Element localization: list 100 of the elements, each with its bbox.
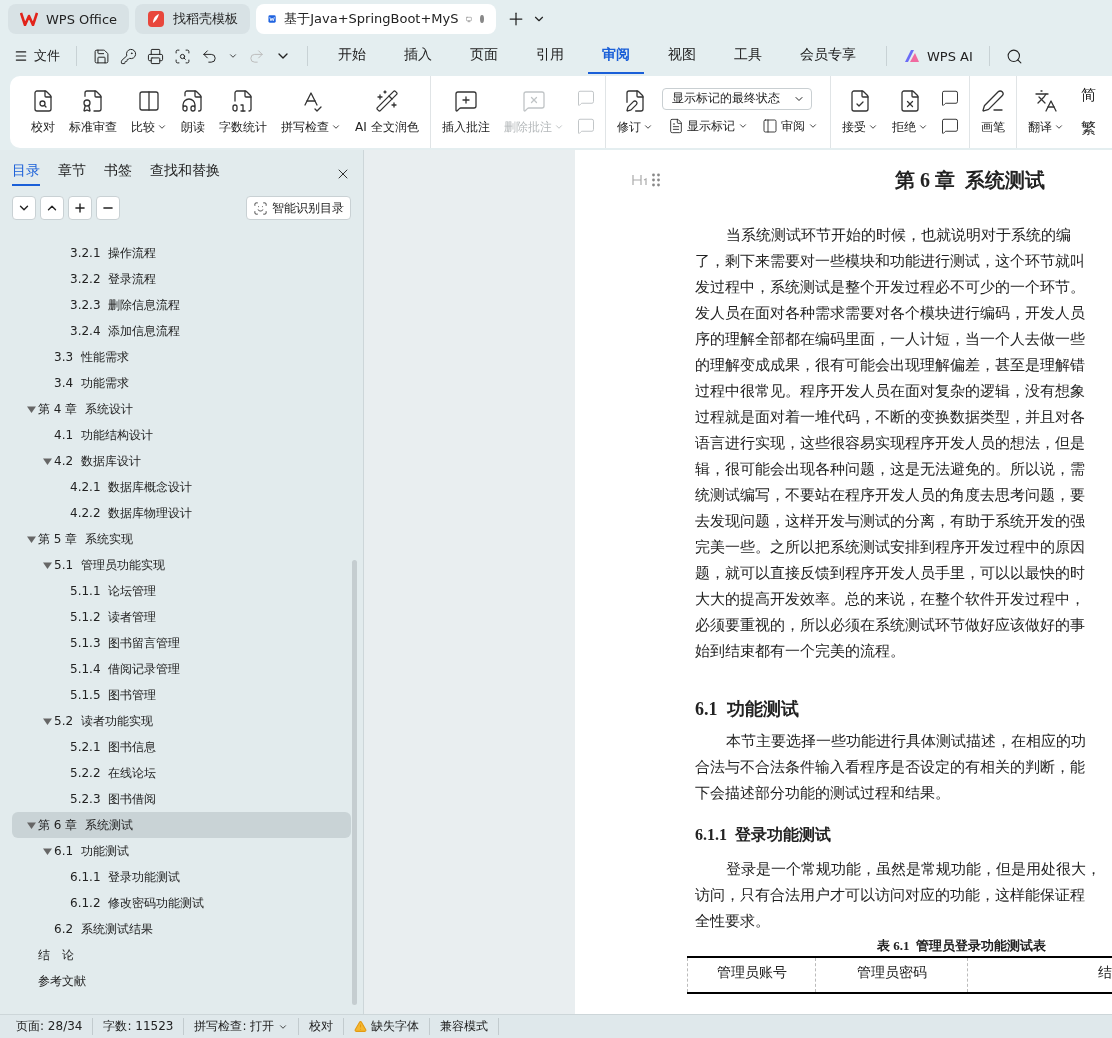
markup-mode-dropdown[interactable]: 显示标记的最终状态	[661, 87, 812, 110]
app-tab[interactable]: 基于Java+SpringBoot+MyS	[256, 4, 497, 34]
ribbon-button[interactable]: 显示标记	[661, 115, 754, 137]
script-convert-button[interactable]: 简	[1076, 84, 1100, 107]
outline-item[interactable]: 4.1 功能结构设计	[12, 422, 351, 448]
outline-item[interactable]: 6.1.1 登录功能测试	[12, 864, 351, 890]
expand-button[interactable]	[40, 196, 64, 220]
ribbon-button[interactable]: 修订	[611, 84, 658, 140]
outline-item[interactable]: 5.2.1 图书信息	[12, 734, 351, 760]
app-tab[interactable]: 找稻壳模板	[135, 4, 251, 34]
expand-triangle-icon[interactable]	[27, 820, 36, 830]
chapter-title: 第 6 章 系统测试	[895, 167, 1045, 193]
outline-item[interactable]: 结 论	[12, 942, 351, 968]
outline-item[interactable]: 3.2.1 操作流程	[12, 240, 351, 266]
key-icon[interactable]	[120, 47, 137, 65]
ribbon-tab[interactable]: 插入	[390, 38, 446, 74]
pane-tab[interactable]: 查找和替换	[150, 162, 220, 186]
expand-triangle-icon[interactable]	[43, 560, 52, 570]
outline-item[interactable]: 5.1.2 读者管理	[12, 604, 351, 630]
outline-item[interactable]: 3.2.3 删除信息流程	[12, 292, 351, 318]
outline-item[interactable]: 4.2 数据库设计	[12, 448, 351, 474]
ribbon-button[interactable]: 标准审查	[64, 84, 122, 140]
undo-icon[interactable]	[201, 47, 218, 65]
ribbon-tab[interactable]: 视图	[654, 38, 710, 74]
ribbon-button[interactable]: 插入批注	[436, 84, 495, 140]
drag-handle-icon[interactable]	[652, 173, 660, 187]
ribbon-button[interactable]: 比较	[126, 84, 172, 140]
outline-item[interactable]: 6.1.2 修改密码功能测试	[12, 890, 351, 916]
status-item[interactable]: 兼容模式	[430, 1018, 500, 1035]
pane-tab[interactable]: 章节	[58, 162, 86, 186]
status-item[interactable]: 拼写检查: 打开	[184, 1018, 300, 1035]
wps-logo-icon	[20, 12, 38, 26]
scrollbar-thumb[interactable]	[352, 560, 357, 1005]
print-icon[interactable]	[147, 47, 164, 65]
outline-item[interactable]: 5.1.3 图书留言管理	[12, 630, 351, 656]
pane-tab[interactable]: 目录	[12, 162, 40, 186]
comment-icon[interactable]	[940, 117, 959, 135]
outline-item[interactable]: 5.1.4 借阅记录管理	[12, 656, 351, 682]
outline-item[interactable]: 5.1.1 论坛管理	[12, 578, 351, 604]
expand-triangle-icon[interactable]	[43, 716, 52, 726]
expand-triangle-icon[interactable]	[27, 404, 36, 414]
caret-icon	[553, 122, 564, 132]
ribbon-tab[interactable]: 审阅	[588, 38, 644, 74]
outline-item[interactable]: 3.2.4 添加信息流程	[12, 318, 351, 344]
outline-item[interactable]: 参考文献	[12, 968, 351, 994]
expand-triangle-icon[interactable]	[43, 846, 52, 856]
status-item[interactable]: 校对	[299, 1018, 345, 1035]
outline-item[interactable]: 5.2.2 在线论坛	[12, 760, 351, 786]
comment-plus-icon	[453, 88, 478, 113]
outline-item[interactable]: 4.2.1 数据库概念设计	[12, 474, 351, 500]
ribbon-button[interactable]: 画笔	[975, 84, 1010, 140]
ribbon-tab[interactable]: 引用	[522, 38, 578, 74]
smart-outline-button[interactable]: 智能识别目录	[246, 196, 351, 220]
outline-item[interactable]: 3.3 性能需求	[12, 344, 351, 370]
outline-item[interactable]: 5.2.3 图书借阅	[12, 786, 351, 812]
search-icon[interactable]	[1005, 47, 1023, 65]
ribbon-button[interactable]: 校对	[26, 84, 60, 140]
save-icon[interactable]	[93, 47, 110, 65]
expand-triangle-icon[interactable]	[43, 456, 52, 466]
status-item[interactable]: 字数: 11523	[93, 1018, 185, 1035]
outline-item[interactable]: 5.2 读者功能实现	[12, 708, 351, 734]
status-item[interactable]: 页面: 28/34	[6, 1018, 94, 1035]
unsaved-dot-icon	[480, 15, 485, 23]
outline-item[interactable]: 第 6 章 系统测试	[12, 812, 351, 838]
outline-item[interactable]: 5.1 管理员功能实现	[12, 552, 351, 578]
outline-item[interactable]: 6.1 功能测试	[12, 838, 351, 864]
expand-triangle-icon[interactable]	[27, 534, 36, 544]
ribbon-button[interactable]: 拒绝	[886, 84, 933, 140]
status-item[interactable]: 缺失字体	[344, 1018, 431, 1035]
outline-item[interactable]: 第 5 章 系统实现	[12, 526, 351, 552]
pane-tab[interactable]: 书签	[104, 162, 132, 186]
ribbon-tab[interactable]: 页面	[456, 38, 512, 74]
outline-item[interactable]: 4.2.2 数据库物理设计	[12, 500, 351, 526]
ribbon-tab[interactable]: 会员专享	[786, 38, 870, 74]
caret-icon[interactable]	[228, 51, 238, 61]
ai-button[interactable]: WPS AI	[903, 48, 973, 64]
ribbon-button[interactable]: 字数统计	[214, 84, 272, 140]
comment-icon[interactable]	[940, 89, 959, 107]
outline-item[interactable]: 3.4 功能需求	[12, 370, 351, 396]
ribbon-tab[interactable]: 开始	[324, 38, 380, 74]
ribbon-button[interactable]: 接受	[836, 84, 883, 140]
collapse-button[interactable]	[12, 196, 36, 220]
outline-item[interactable]: 3.2.2 登录流程	[12, 266, 351, 292]
outline-item[interactable]: 第 4 章 系统设计	[12, 396, 351, 422]
add-button[interactable]	[68, 196, 92, 220]
ribbon-button[interactable]: 拼写检查	[276, 84, 346, 140]
ribbon-tab[interactable]: 工具	[720, 38, 776, 74]
app-tab[interactable]: WPS Office	[8, 4, 130, 34]
outline-item[interactable]: 5.1.5 图书管理	[12, 682, 351, 708]
document-search-icon	[31, 88, 55, 113]
print-preview-icon[interactable]	[174, 47, 191, 65]
ribbon-button[interactable]: 朗读	[176, 84, 210, 140]
remove-button[interactable]	[96, 196, 120, 220]
file-menu[interactable]: 文件	[14, 47, 60, 65]
ribbon-button[interactable]: AI 全文润色	[350, 84, 424, 140]
script-convert-button[interactable]: 繁	[1076, 117, 1100, 140]
caret-icon	[1053, 122, 1064, 132]
ribbon-button[interactable]: 审阅	[755, 115, 824, 137]
outline-item[interactable]: 6.2 系统测试结果	[12, 916, 351, 942]
ribbon-button[interactable]: 翻译	[1022, 84, 1069, 140]
